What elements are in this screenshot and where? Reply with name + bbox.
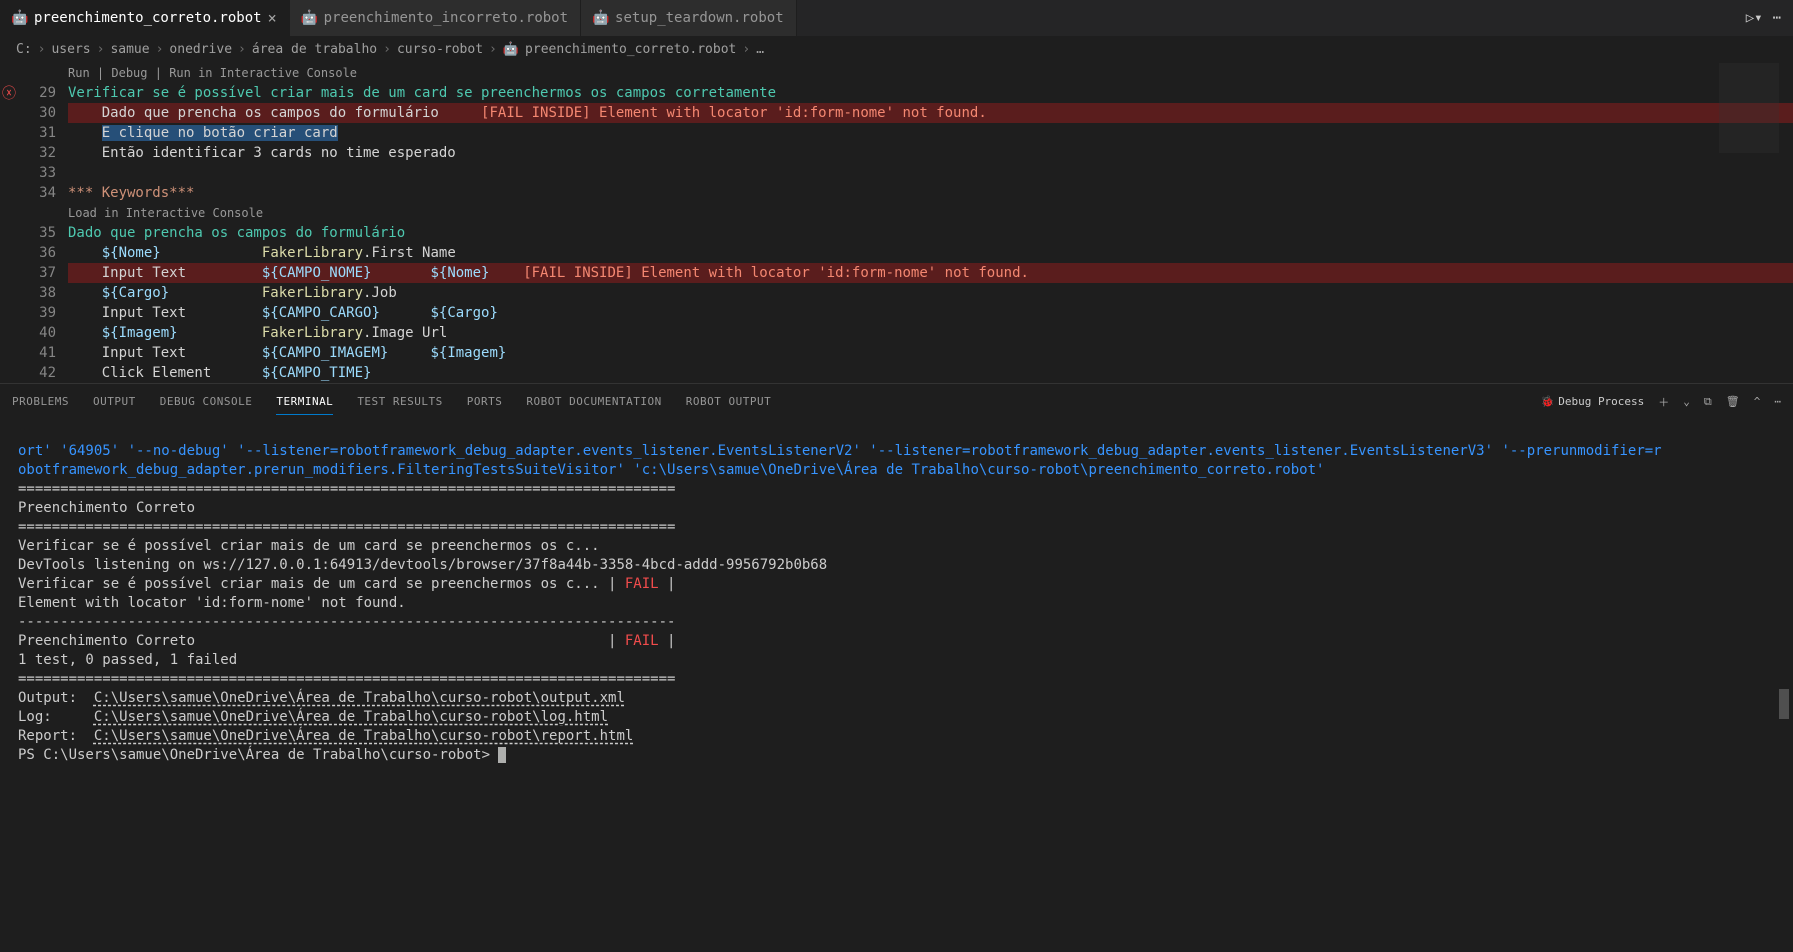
tab-label: preenchimento_correto.robot	[34, 10, 262, 26]
breadcrumb-segment[interactable]: onedrive	[169, 42, 232, 57]
chevron-down-icon[interactable]: ⌄	[1683, 395, 1690, 408]
breadcrumb-segment[interactable]: users	[51, 42, 90, 57]
new-terminal-icon[interactable]: ＋	[1658, 394, 1669, 410]
log-html-link[interactable]: C:\Users\samue\OneDrive\Área de Trabalho…	[94, 709, 608, 725]
tab-problems[interactable]: PROBLEMS	[12, 395, 69, 408]
more-icon[interactable]: ⋯	[1773, 10, 1781, 26]
code-editor[interactable]: ⓧ 29 30 31 32 33 34 35 36 37 38 39 40 41…	[0, 63, 1793, 383]
tab-label: setup_teardown.robot	[615, 10, 784, 26]
codelens-test[interactable]: Run | Debug | Run in Interactive Console	[68, 63, 1793, 83]
robot-file-icon: 🤖	[302, 10, 318, 26]
breadcrumb-segment[interactable]: samue	[110, 42, 149, 57]
bottom-panel: PROBLEMS OUTPUT DEBUG CONSOLE TERMINAL T…	[0, 383, 1793, 843]
terminal-output[interactable]: ort' '64905' '--no-debug' '--listener=ro…	[0, 419, 1793, 843]
breadcrumb-segment[interactable]: curso-robot	[397, 42, 483, 57]
robot-file-icon: 🤖	[503, 42, 519, 57]
kill-terminal-icon[interactable]: 🗑	[1726, 395, 1740, 408]
panel-tabs: PROBLEMS OUTPUT DEBUG CONSOLE TERMINAL T…	[0, 384, 1793, 419]
editor-tabs: 🤖 preenchimento_correto.robot × 🤖 preenc…	[0, 0, 1793, 36]
breadcrumb-segment[interactable]: C:	[16, 42, 32, 57]
line-number-gutter: 29 30 31 32 33 34 35 36 37 38 39 40 41 4…	[20, 63, 68, 383]
minimap[interactable]	[1719, 63, 1779, 383]
terminal-scrollbar-thumb[interactable]	[1779, 689, 1789, 719]
tab-terminal[interactable]: TERMINAL	[276, 395, 333, 415]
tab-test-results[interactable]: TEST RESULTS	[357, 395, 442, 408]
close-icon[interactable]: ×	[268, 9, 277, 27]
tab-preenchimento-correto[interactable]: 🤖 preenchimento_correto.robot ×	[0, 0, 290, 36]
tab-robot-output[interactable]: ROBOT OUTPUT	[686, 395, 771, 408]
tab-label: preenchimento_incorreto.robot	[324, 10, 568, 26]
report-html-link[interactable]: C:\Users\samue\OneDrive\Área de Trabalho…	[94, 728, 633, 744]
more-icon[interactable]: ⋯	[1774, 395, 1781, 408]
tab-debug-console[interactable]: DEBUG CONSOLE	[160, 395, 253, 408]
tab-ports[interactable]: PORTS	[467, 395, 503, 408]
run-icon[interactable]: ▷▾	[1746, 10, 1763, 26]
editor-actions: ▷▾ ⋯	[1746, 0, 1793, 36]
debug-process-label[interactable]: 🐞Debug Process	[1541, 395, 1645, 408]
robot-file-icon: 🤖	[593, 10, 609, 26]
codelens-keyword[interactable]: Load in Interactive Console	[68, 203, 1793, 223]
breadcrumb-segment[interactable]: …	[756, 42, 764, 57]
tab-setup-teardown[interactable]: 🤖 setup_teardown.robot	[581, 0, 797, 36]
tab-robot-documentation[interactable]: ROBOT DOCUMENTATION	[526, 395, 661, 408]
breadcrumb-segment[interactable]: preenchimento_correto.robot	[525, 42, 736, 57]
error-glyph-icon[interactable]: ⓧ	[2, 83, 16, 103]
breadcrumb[interactable]: C:› users› samue› onedrive› área de trab…	[0, 36, 1793, 63]
output-xml-link[interactable]: C:\Users\samue\OneDrive\Área de Trabalho…	[94, 690, 625, 706]
code-content[interactable]: Run | Debug | Run in Interactive Console…	[68, 63, 1793, 383]
breadcrumb-segment[interactable]: área de trabalho	[252, 42, 377, 57]
tab-preenchimento-incorreto[interactable]: 🤖 preenchimento_incorreto.robot	[290, 0, 581, 36]
debug-icon: 🐞	[1541, 395, 1555, 408]
maximize-panel-icon[interactable]: ^	[1754, 395, 1761, 408]
robot-file-icon: 🤖	[12, 10, 28, 26]
terminal-cursor	[498, 747, 506, 763]
split-terminal-icon[interactable]: ⧉	[1704, 395, 1712, 409]
tab-output[interactable]: OUTPUT	[93, 395, 136, 408]
